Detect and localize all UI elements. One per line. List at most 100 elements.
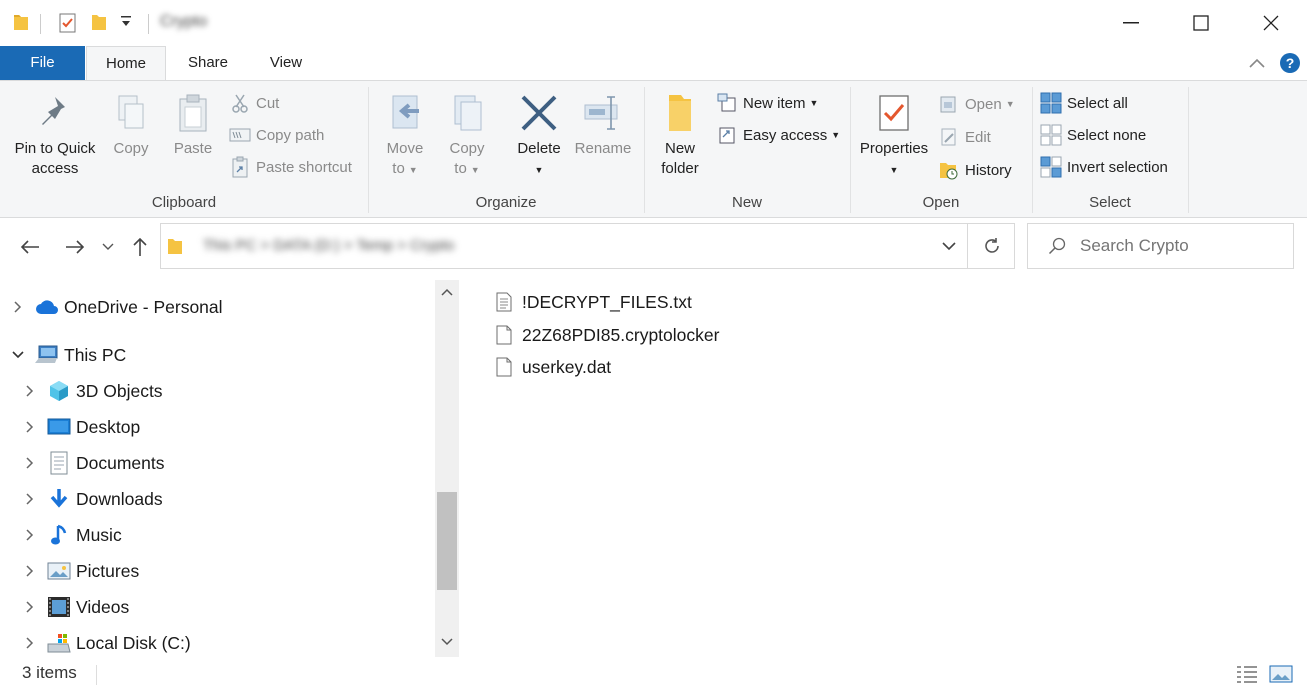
chevron-right-icon[interactable] [20,421,40,433]
open-icon [938,93,960,115]
tree-item-videos[interactable]: Videos [20,590,129,624]
file-item[interactable]: userkey.dat [494,352,611,382]
new-folder-button[interactable]: New folder [650,93,710,179]
chevron-right-icon[interactable] [20,385,40,397]
computer-icon [34,343,60,367]
chevron-down-icon[interactable] [8,351,28,359]
chevron-right-icon[interactable] [20,565,40,577]
close-button[interactable] [1236,0,1306,46]
pin-to-quick-access-button[interactable]: Pin to Quick access [8,93,102,179]
easy-access-label: Easy access [743,126,828,144]
copy-to-button[interactable]: Copy to ▼ [440,93,494,180]
select-group-label: Select [1089,194,1131,211]
select-all-icon [1040,92,1062,114]
navigation-pane-scrollbar[interactable] [435,280,459,657]
select-all-label: Select all [1067,94,1128,112]
tree-item-onedrive[interactable]: OneDrive - Personal [8,290,223,324]
chevron-right-icon[interactable] [20,601,40,613]
select-all-button[interactable]: Select all [1040,90,1128,116]
new-item-label: New item [743,94,806,112]
ribbon-tabs: File Home Share View ? [0,46,1307,81]
new-folder-quick-icon[interactable] [90,12,108,32]
move-to-dropdown-icon: ▼ [408,165,418,175]
details-view-button[interactable] [1234,661,1260,687]
move-to-button[interactable]: Move to ▼ [378,93,432,180]
properties-quick-icon[interactable] [58,12,78,34]
minimize-button[interactable] [1096,0,1166,46]
properties-icon [879,95,909,131]
videos-icon [46,595,72,619]
copy-button[interactable]: Copy [104,93,158,159]
search-icon [1048,237,1066,255]
breadcrumb[interactable]: This PC > DATA (D:) > Temp > Crypto [203,237,454,254]
chevron-right-icon[interactable] [20,637,40,649]
recent-locations-button[interactable] [96,232,120,262]
tree-item-desktop[interactable]: Desktop [20,410,140,444]
open-button[interactable]: Open ▼ [938,91,1015,117]
history-button[interactable]: History [938,157,1012,183]
chevron-right-icon[interactable] [20,457,40,469]
paste-button[interactable]: Paste [164,93,222,159]
scroll-up-icon[interactable] [435,280,459,304]
scrollbar-thumb[interactable] [437,492,457,590]
file-list: !DECRYPT_FILES.txt 22Z68PDI85.cryptolock… [480,284,1280,654]
copy-path-button[interactable]: Copy path [229,122,324,148]
tree-item-documents[interactable]: Documents [20,446,165,480]
blank-file-icon [494,356,514,378]
chevron-right-icon[interactable] [8,301,28,313]
history-label: History [965,161,1012,179]
refresh-button[interactable] [967,224,1015,268]
tab-home[interactable]: Home [86,46,166,81]
move-to-label-2: to [392,160,405,177]
file-item[interactable]: 22Z68PDI85.cryptolocker [494,320,719,350]
rename-icon [584,96,618,130]
maximize-button[interactable] [1166,0,1236,46]
properties-button[interactable]: Properties ▼ [855,93,933,180]
chevron-right-icon[interactable] [20,529,40,541]
easy-access-button[interactable]: Easy access ▼ [716,122,840,148]
window-title: Crypto [160,13,208,30]
tree-item-label: Local Disk (C:) [76,632,191,653]
search-input[interactable] [1080,236,1280,256]
properties-dropdown-icon: ▼ [889,165,899,175]
address-history-dropdown[interactable] [931,224,967,268]
cut-label: Cut [256,94,280,112]
tree-item-this-pc[interactable]: This PC [8,338,126,372]
delete-button[interactable]: Delete ▼ [509,93,569,180]
rename-button[interactable]: Rename [572,93,634,159]
invert-selection-button[interactable]: Invert selection [1040,154,1168,180]
folder-icon [669,95,691,131]
tab-share[interactable]: Share [170,46,246,80]
copy-to-label: Copy [449,140,485,157]
scroll-down-icon[interactable] [435,630,459,654]
back-button[interactable] [15,232,45,262]
copy-path-icon [229,124,251,146]
tree-item-local-disk-c[interactable]: Local Disk (C:) [20,626,191,660]
edit-button[interactable]: Edit [938,124,991,150]
tree-item-3d-objects[interactable]: 3D Objects [20,374,163,408]
file-item[interactable]: !DECRYPT_FILES.txt [494,287,692,317]
large-icons-view-button[interactable] [1268,661,1294,687]
paste-shortcut-button[interactable]: Paste shortcut [229,154,352,180]
new-item-button[interactable]: New item ▼ [716,90,818,116]
cut-button[interactable]: Cut [229,90,279,116]
up-button[interactable] [125,232,155,262]
help-icon[interactable]: ? [1279,46,1301,80]
address-bar[interactable]: This PC > DATA (D:) > Temp > Crypto [160,223,1015,269]
forward-button[interactable] [60,232,90,262]
collapse-ribbon-icon[interactable] [1248,46,1266,80]
delete-label: Delete [517,140,561,157]
select-none-button[interactable]: Select none [1040,122,1146,148]
tab-view[interactable]: View [250,46,322,80]
invert-selection-icon [1040,156,1062,178]
tab-file[interactable]: File [0,46,85,80]
copy-label: Copy [113,140,149,157]
tree-item-pictures[interactable]: Pictures [20,554,139,588]
search-box[interactable] [1027,223,1294,269]
tree-item-music[interactable]: Music [20,518,122,552]
tree-item-downloads[interactable]: Downloads [20,482,163,516]
divider [96,665,97,685]
chevron-right-icon[interactable] [20,493,40,505]
customize-quick-access-icon[interactable] [120,14,132,28]
select-none-icon [1040,124,1062,146]
